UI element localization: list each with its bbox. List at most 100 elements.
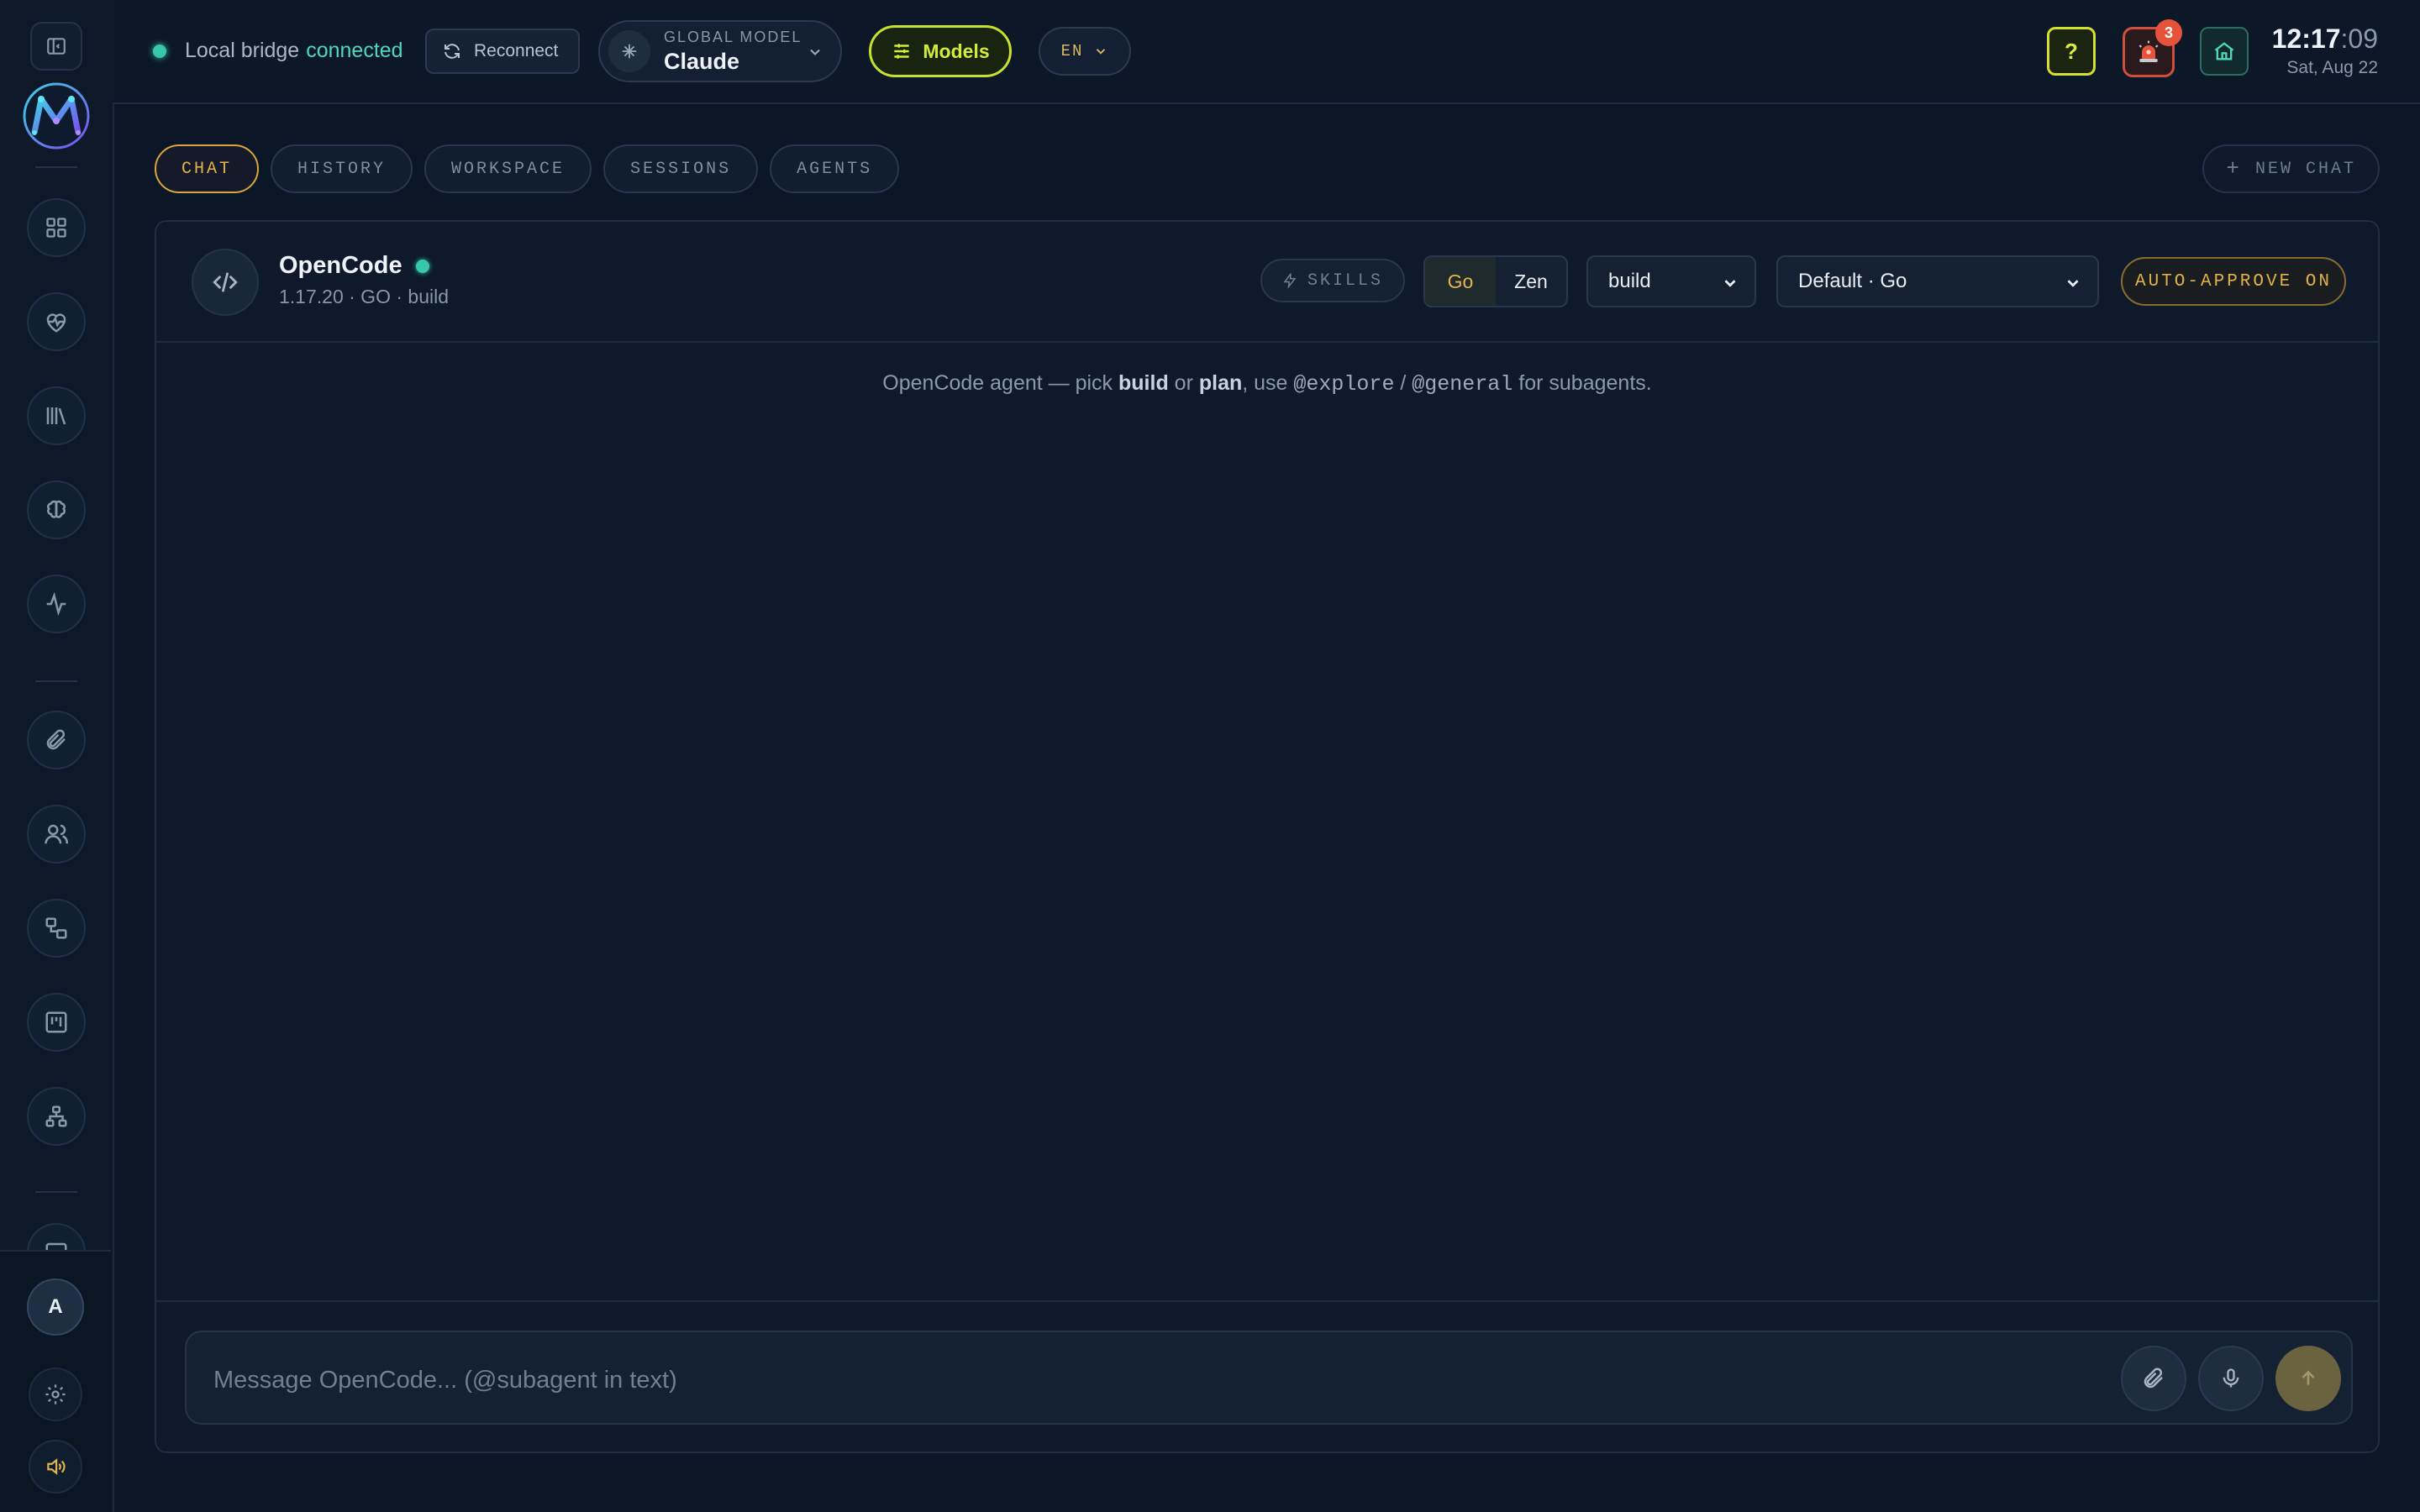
chevron-down-icon (810, 49, 820, 55)
nav-hierarchy-button[interactable] (27, 1087, 86, 1146)
sidebar-divider (35, 1191, 77, 1193)
hint-general: @general (1412, 372, 1513, 396)
tab-history[interactable]: HISTORY (271, 144, 413, 193)
tab-agents[interactable]: AGENTS (770, 144, 900, 193)
home-icon (2214, 42, 2234, 60)
topbar: Local bridge connected Reconnect GLOBAL … (113, 0, 2420, 104)
model-select-value: Default · Go (1798, 270, 1907, 292)
hierarchy-icon (45, 1105, 67, 1127)
help-label: ? (2065, 38, 2078, 64)
nav-library-button[interactable] (27, 386, 86, 445)
kanban-icon (45, 1011, 67, 1033)
sidebar: A (0, 0, 114, 1512)
workflow-icon (45, 917, 67, 939)
bridge-status: Local bridge connected (153, 39, 403, 63)
new-chat-button[interactable]: + NEW CHAT (2202, 144, 2380, 193)
skills-label: SKILLS (1307, 270, 1383, 291)
skills-button[interactable]: SKILLS (1260, 259, 1405, 302)
users-icon (45, 824, 68, 844)
agent-name-text: OpenCode (279, 252, 402, 279)
dashboard-icon (46, 218, 66, 238)
avatar[interactable]: A (27, 1278, 84, 1336)
language-select[interactable]: EN (1039, 27, 1131, 76)
mode-zen-button[interactable]: Zen (1496, 257, 1566, 306)
nav-dashboard-button[interactable] (27, 198, 86, 257)
app-root: A Local bridge connected Reconnect GLOBA… (0, 0, 2420, 1512)
auto-approve-toggle[interactable]: AUTO-APPROVE ON (2121, 257, 2346, 306)
clock: 12:17:09 Sat, Aug 22 (2272, 24, 2378, 78)
help-button[interactable]: ? (2047, 27, 2096, 76)
hint-build: build (1118, 371, 1169, 395)
alerts-button[interactable]: 3 (2123, 19, 2182, 77)
bridge-status-value: connected (306, 39, 403, 62)
speaker-icon (47, 1458, 66, 1475)
send-button[interactable] (2275, 1346, 2341, 1411)
library-icon (46, 407, 66, 425)
chat-panel: OpenCode 1.17.20 · GO · build SKILLS Go … (155, 220, 2380, 1453)
main-tabs: CHAT HISTORY WORKSPACE SESSIONS AGENTS (155, 144, 911, 193)
toggle-sidebar-button[interactable] (30, 22, 82, 71)
new-chat-label: NEW CHAT (2254, 159, 2356, 179)
tab-chat[interactable]: CHAT (155, 144, 260, 193)
language-value: EN (1060, 42, 1084, 60)
agent-status-dot (415, 259, 429, 273)
lightning-icon (1283, 273, 1297, 288)
sidebar-footer: A (0, 1250, 111, 1512)
clock-date: Sat, Aug 22 (2286, 58, 2378, 77)
clock-seconds: :09 (2340, 24, 2378, 54)
message-box (185, 1331, 2353, 1425)
clock-hm: 12:17 (2271, 24, 2341, 54)
sidebar-divider (35, 166, 77, 168)
hint-text: / (1394, 371, 1413, 395)
hint-explore: @explore (1293, 372, 1395, 396)
message-input[interactable] (212, 1354, 2064, 1406)
nav-users-button[interactable] (27, 805, 86, 864)
nav-workflow-button[interactable] (27, 899, 86, 958)
plus-icon: + (2226, 156, 2242, 181)
home-button[interactable] (2200, 27, 2249, 76)
agent-hint: OpenCode agent — pick build or plan, use… (156, 371, 2378, 396)
model-icon (608, 30, 650, 72)
hint-text: or (1168, 371, 1199, 395)
sound-button[interactable] (29, 1440, 82, 1494)
paperclip-icon (46, 729, 66, 750)
microphone-button[interactable] (2198, 1346, 2264, 1411)
models-label: Models (923, 39, 990, 62)
bridge-label: Local bridge (185, 39, 300, 62)
reconnect-button[interactable]: Reconnect (425, 29, 581, 74)
agent-select[interactable]: build (1586, 255, 1756, 307)
hint-text: , use (1242, 371, 1294, 395)
global-model-value: Claude (664, 49, 740, 74)
settings-button[interactable] (29, 1368, 82, 1421)
agent-meta: 1.17.20 · GO · build (279, 286, 449, 307)
chevron-down-icon (2067, 280, 2079, 287)
nav-kanban-button[interactable] (27, 993, 86, 1052)
agent-avatar (192, 249, 259, 316)
app-logo (23, 82, 90, 150)
reconnect-label: Reconnect (474, 41, 559, 60)
brain-icon (47, 500, 66, 518)
health-heart-icon (46, 313, 66, 333)
arrow-up-icon (2302, 1370, 2315, 1385)
tab-workspace[interactable]: WORKSPACE (424, 144, 592, 193)
agent-header: OpenCode 1.17.20 · GO · build SKILLS Go … (156, 222, 2378, 343)
models-button[interactable]: Models (869, 25, 1012, 77)
agent-name: OpenCode (279, 252, 429, 280)
activity-icon (46, 591, 66, 617)
nav-attachments-button[interactable] (27, 711, 86, 769)
paperclip-icon (2144, 1368, 2163, 1389)
global-model-select[interactable]: GLOBAL MODEL Claude (598, 20, 842, 82)
alert-count-badge: 3 (2155, 19, 2182, 46)
hint-text: for subagents. (1512, 371, 1652, 395)
tab-sessions[interactable]: SESSIONS (603, 144, 759, 193)
model-select[interactable]: Default · Go (1776, 255, 2099, 307)
attach-button[interactable] (2121, 1346, 2186, 1411)
refresh-icon (445, 44, 460, 59)
nav-brain-button[interactable] (27, 480, 86, 539)
clock-time: 12:17:09 (2272, 24, 2378, 55)
mode-go-button[interactable]: Go (1425, 257, 1496, 306)
nav-activity-button[interactable] (27, 575, 86, 633)
hint-text: OpenCode agent — pick (882, 371, 1119, 395)
chevron-down-icon (1724, 280, 1736, 287)
nav-health-button[interactable] (27, 292, 86, 351)
